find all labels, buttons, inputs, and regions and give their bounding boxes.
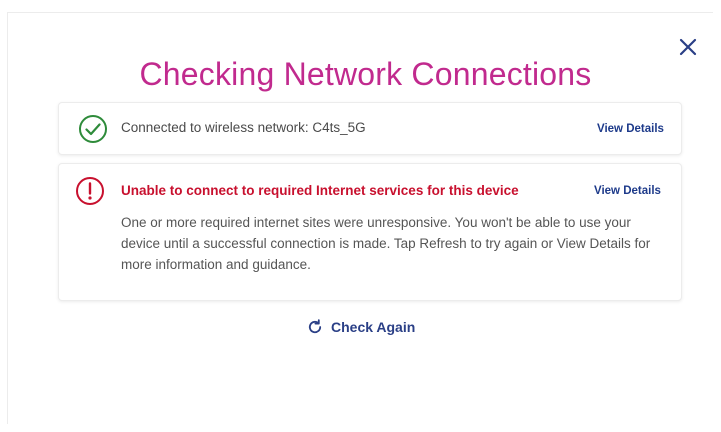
wireless-view-details-link[interactable]: View Details bbox=[597, 123, 664, 135]
close-icon bbox=[679, 38, 697, 56]
internet-services-card: Unable to connect to required Internet s… bbox=[58, 163, 682, 301]
internet-view-details-link[interactable]: View Details bbox=[594, 185, 661, 197]
internet-error-heading: Unable to connect to required Internet s… bbox=[121, 183, 519, 198]
wireless-status-card: Connected to wireless network: C4ts_5G V… bbox=[58, 102, 682, 155]
internet-error-message: One or more required internet sites were… bbox=[121, 215, 651, 272]
screen: Checking Network Connections Connected t… bbox=[0, 0, 721, 432]
check-circle-icon bbox=[79, 115, 107, 143]
dialog-title: Checking Network Connections bbox=[139, 56, 592, 92]
refresh-icon bbox=[308, 319, 322, 334]
alert-circle-icon bbox=[76, 177, 104, 205]
wireless-status-text: Connected to wireless network: C4ts_5G bbox=[121, 120, 366, 135]
check-again-button[interactable]: Check Again bbox=[307, 317, 415, 337]
check-again-label: Check Again bbox=[331, 319, 416, 335]
